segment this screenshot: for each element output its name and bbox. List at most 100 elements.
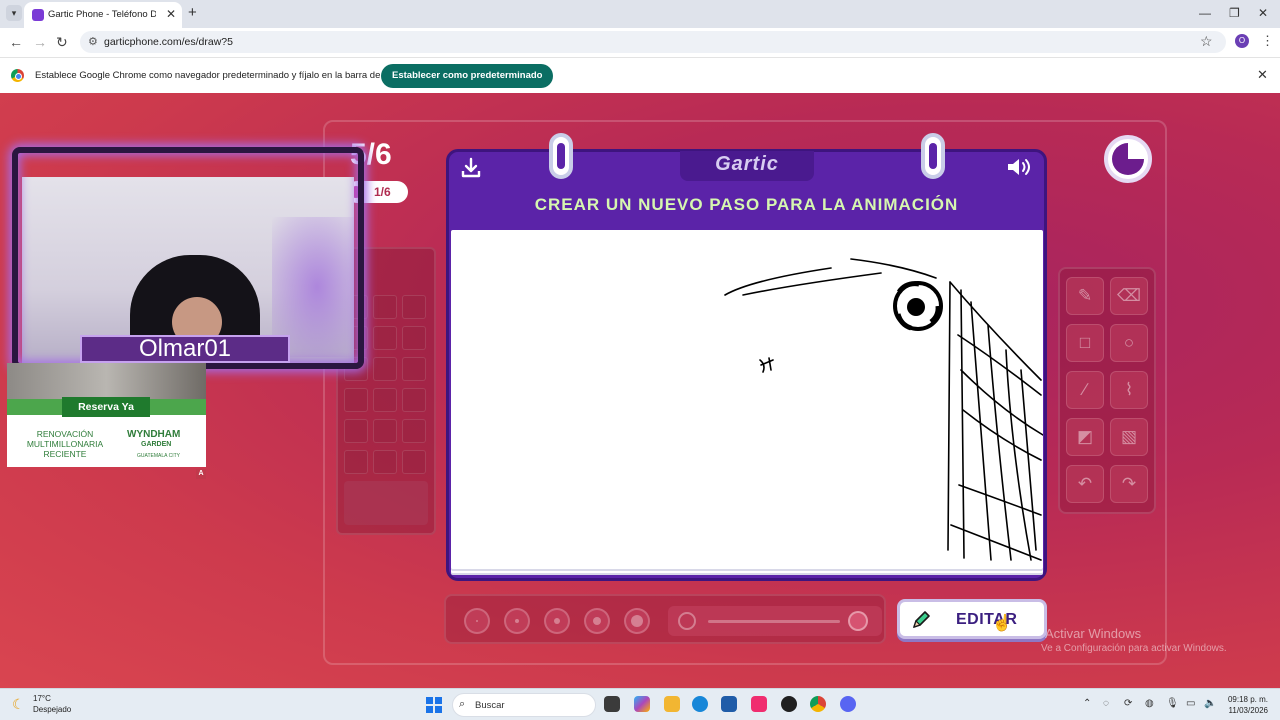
address-bar[interactable]: ⚙ garticphone.com/es/draw?5 ☆ <box>80 31 1226 53</box>
tray-app-icon[interactable]: ◌ <box>1103 698 1109 709</box>
forward-icon[interactable]: → <box>33 34 47 50</box>
default-browser-infobar: Establece Google Chrome como navegador p… <box>0 57 1280 93</box>
logo-tab: Gartic <box>680 151 814 181</box>
line-icon[interactable]: ∕ <box>1066 371 1104 409</box>
frame-thumb[interactable] <box>373 295 397 319</box>
opacity-min-icon <box>678 612 696 630</box>
restore-icon[interactable]: ❐ <box>1229 6 1240 20</box>
ellipse-icon[interactable]: ○ <box>1110 324 1148 362</box>
new-tab-icon[interactable]: + <box>188 4 197 21</box>
edit-button[interactable]: EDITAR <box>897 599 1047 639</box>
back-icon[interactable]: ← <box>9 34 23 50</box>
frame-thumb[interactable] <box>402 295 426 319</box>
brush-size-4[interactable] <box>584 608 610 634</box>
frame-thumb[interactable] <box>373 388 397 412</box>
search-icon: ⌕ <box>459 698 466 710</box>
close-window-icon[interactable]: ✕ <box>1258 6 1268 20</box>
gartic-favicon-icon <box>32 9 44 21</box>
brush-size-3[interactable] <box>544 608 570 634</box>
volume-icon[interactable]: 🔈 <box>1204 698 1216 709</box>
tray-network-icon[interactable]: ◍ <box>1145 698 1154 709</box>
opacity-track[interactable] <box>708 620 840 623</box>
pencil-icon[interactable]: ✎ <box>1066 277 1104 315</box>
brush-size-2[interactable] <box>504 608 530 634</box>
clock-date: 11/03/2026 <box>1228 706 1268 715</box>
eyedropper-icon[interactable]: ⌇ <box>1110 371 1148 409</box>
brush-controls <box>444 594 886 644</box>
eraser-icon[interactable]: ⌫ <box>1110 277 1148 315</box>
infobar-message: Establece Google Chrome como navegador p… <box>35 70 410 81</box>
frame-thumb[interactable] <box>402 326 426 350</box>
clear-icon[interactable]: ▧ <box>1110 418 1148 456</box>
tray-sync-icon[interactable]: ⟳ <box>1124 698 1132 709</box>
profile-avatar[interactable]: O <box>1235 34 1249 48</box>
streamer-name: Olmar01 <box>138 335 232 362</box>
set-default-button[interactable]: Establecer como predeterminado <box>381 64 554 88</box>
activate-windows-hint: Ve a Configuración para activar Windows. <box>1041 643 1227 654</box>
chrome-menu-icon[interactable]: ⋮ <box>1261 33 1274 49</box>
taskbar-clock[interactable]: 09:18 p. m. 11/03/2026 <box>1220 694 1268 716</box>
streamer-nameplate: Olmar01 <box>80 335 290 363</box>
redo-icon[interactable]: ↷ <box>1110 465 1148 503</box>
moon-weather-icon[interactable]: ☾ <box>12 696 25 713</box>
drawing-canvas[interactable] <box>451 230 1043 569</box>
ad-cta-button[interactable]: Reserva Ya <box>62 397 150 417</box>
chrome-logo-icon <box>11 69 24 82</box>
frame-thumb[interactable] <box>344 419 368 443</box>
frame-thumb[interactable] <box>373 450 397 474</box>
task-view-icon[interactable] <box>604 696 620 712</box>
browser-tab[interactable]: Gartic Phone - Teléfono Descor ✕ <box>24 2 182 28</box>
opacity-handle[interactable] <box>848 611 868 631</box>
download-icon[interactable] <box>460 157 482 179</box>
file-explorer-icon[interactable] <box>664 696 680 712</box>
microphone-icon[interactable]: 🎙 <box>1166 698 1179 709</box>
edge-icon[interactable] <box>692 696 708 712</box>
undo-icon[interactable]: ↶ <box>1066 465 1104 503</box>
reload-icon[interactable]: ↻ <box>56 34 68 51</box>
obs-icon[interactable] <box>781 696 797 712</box>
tab-search-icon[interactable]: ▾ <box>6 5 22 21</box>
adchoices-icon[interactable]: A <box>196 469 206 479</box>
copilot-icon[interactable] <box>634 696 650 712</box>
site-info-icon[interactable]: ⚙ <box>88 35 98 48</box>
frame-thumb[interactable] <box>344 388 368 412</box>
frame-thumb[interactable] <box>344 450 368 474</box>
frame-thumb[interactable] <box>402 450 426 474</box>
start-button-icon[interactable] <box>426 697 442 713</box>
ad-photo <box>7 363 206 399</box>
network-icon[interactable]: ▭ <box>1186 698 1195 709</box>
game-page: 5/6 1/6 Gartic CREAR UN NUEVO PASO PARA … <box>0 93 1280 688</box>
tab-strip: ▾ Gartic Phone - Teléfono Descor ✕ + — ❐… <box>0 0 1280 28</box>
frame-thumb[interactable] <box>373 419 397 443</box>
step-counter: 1/6 <box>374 185 391 199</box>
tab-title: Gartic Phone - Teléfono Descor <box>48 9 156 20</box>
brush-size-1[interactable] <box>464 608 490 634</box>
opacity-slider[interactable] <box>668 606 882 636</box>
tray-overflow-icon[interactable]: ⌃ <box>1083 698 1091 709</box>
fill-icon[interactable]: ◩ <box>1066 418 1104 456</box>
rectangle-icon[interactable]: □ <box>1066 324 1104 362</box>
chrome-taskbar-icon[interactable] <box>810 696 826 712</box>
bookmark-star-icon[interactable]: ☆ <box>1200 33 1213 50</box>
frame-thumb[interactable] <box>402 388 426 412</box>
frame-preview[interactable] <box>344 481 428 525</box>
tiktok-icon[interactable] <box>751 696 767 712</box>
windows-taskbar: ☾ 17°C Despejado ⌕ Buscar ⌃ ◌ ⟳ ◍ 🎙 ▭ 🔈 … <box>0 688 1280 720</box>
frame-thumb[interactable] <box>373 357 397 381</box>
infobar-close-icon[interactable]: ✕ <box>1257 67 1268 83</box>
webcam-overlay <box>4 119 366 369</box>
discord-icon[interactable] <box>840 696 856 712</box>
frame-thumb[interactable] <box>373 326 397 350</box>
browser-toolbar: ← → ↻ ⚙ garticphone.com/es/draw?5 ☆ <box>0 28 1280 57</box>
close-tab-icon[interactable]: ✕ <box>166 7 176 21</box>
frame-thumb[interactable] <box>402 419 426 443</box>
weather-temp: 17°C <box>33 694 51 703</box>
taskbar-search[interactable]: ⌕ Buscar <box>452 693 596 717</box>
frame-thumb[interactable] <box>402 357 426 381</box>
store-icon[interactable] <box>721 696 737 712</box>
advertisement[interactable]: Reserva Ya RENOVACIÓN MULTIMILLONARIA RE… <box>7 363 206 467</box>
brush-size-5[interactable] <box>624 608 650 634</box>
notebook-ring-right <box>921 133 945 179</box>
sound-icon[interactable] <box>1006 156 1034 178</box>
minimize-icon[interactable]: — <box>1199 6 1211 20</box>
